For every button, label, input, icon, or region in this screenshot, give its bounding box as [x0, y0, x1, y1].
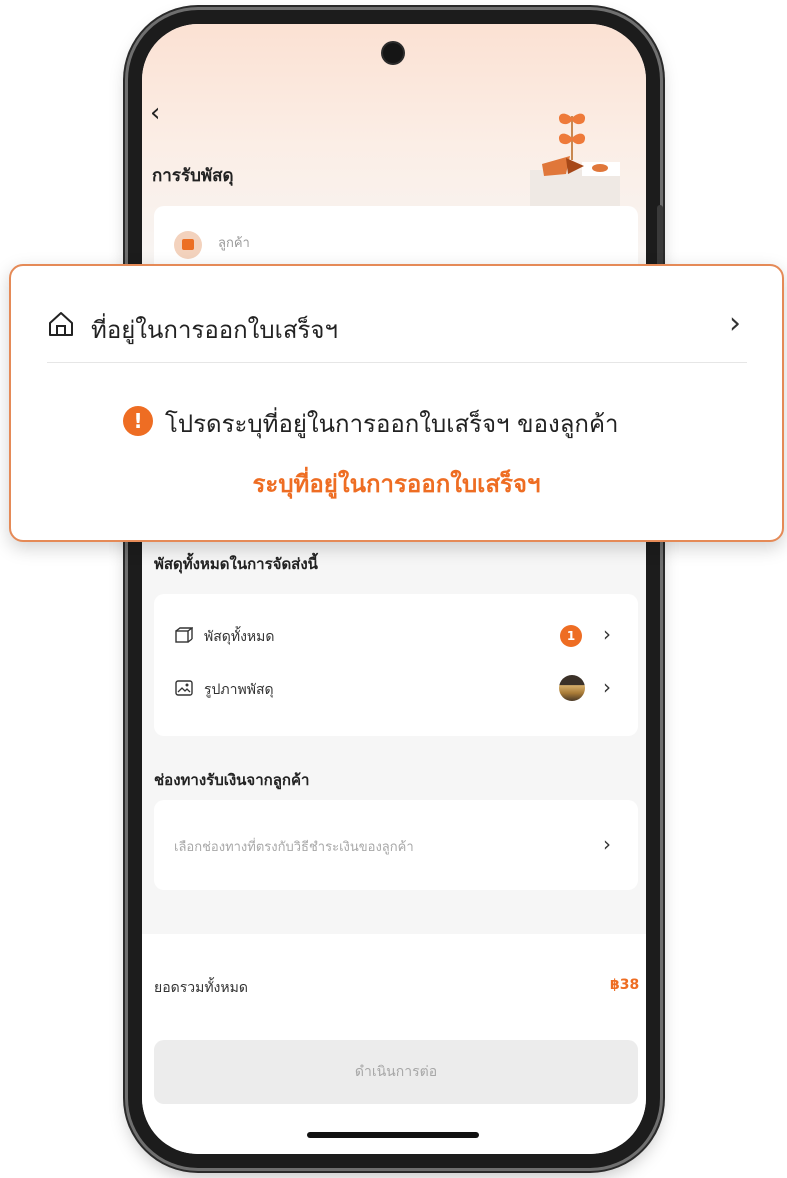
chevron-right-icon[interactable]: ›: [729, 306, 741, 341]
customer-label: ลูกค้า: [218, 236, 250, 251]
parcel-photos-label[interactable]: รูปภาพพัสดุ: [204, 679, 274, 701]
chevron-right-icon[interactable]: ›: [603, 622, 611, 646]
chevron-right-icon[interactable]: ›: [603, 675, 611, 699]
callout-title: ที่อยู่ในการออกใบเสร็จฯ: [91, 316, 338, 344]
parcels-section-title: พัสดุทั้งหมดในการจัดส่งนี้: [154, 555, 318, 573]
warning-message: โปรดระบุที่อยู่ในการออกใบเสร็จฯ ของลูกค้…: [165, 410, 619, 438]
payment-method-placeholder: เลือกช่องทางที่ตรงกับวิธีชำระเงินของลูกค…: [174, 840, 414, 855]
divider: [47, 362, 747, 363]
proceed-button[interactable]: ดำเนินการต่อ: [154, 1040, 638, 1104]
payment-section-title: ช่องทางรับเงินจากลูกค้า: [154, 771, 310, 789]
home-icon: [49, 312, 73, 336]
receipt-address-callout[interactable]: ที่อยู่ในการออกใบเสร็จฯ › ! โปรดระบุที่อ…: [9, 264, 784, 542]
front-camera: [383, 43, 403, 63]
image-icon: [175, 680, 193, 696]
home-indicator[interactable]: [307, 1132, 479, 1138]
warning-icon: !: [123, 406, 153, 436]
back-button[interactable]: ‹: [150, 98, 160, 128]
customer-icon: [174, 231, 202, 259]
parcel-plant-illustration: [530, 113, 620, 214]
all-parcels-label[interactable]: พัสดุทั้งหมด: [204, 626, 274, 648]
total-value: ฿38: [610, 977, 640, 993]
parcels-card: [154, 594, 638, 736]
box-icon: [175, 627, 193, 643]
parcel-photo-thumbnail[interactable]: [559, 675, 585, 701]
total-label: ยอดรวมทั้งหมด: [154, 980, 248, 996]
chevron-right-icon[interactable]: ›: [603, 832, 611, 856]
page-title: การรับพัสดุ: [152, 166, 234, 186]
phone-screen: ‹ การรับพัสดุ ลูกค้า พัสดุทั้งหมดในการจั…: [142, 24, 646, 1154]
parcel-count-badge: 1: [560, 625, 582, 647]
specify-address-link[interactable]: ระบุที่อยู่ในการออกใบเสร็จฯ: [11, 464, 782, 503]
